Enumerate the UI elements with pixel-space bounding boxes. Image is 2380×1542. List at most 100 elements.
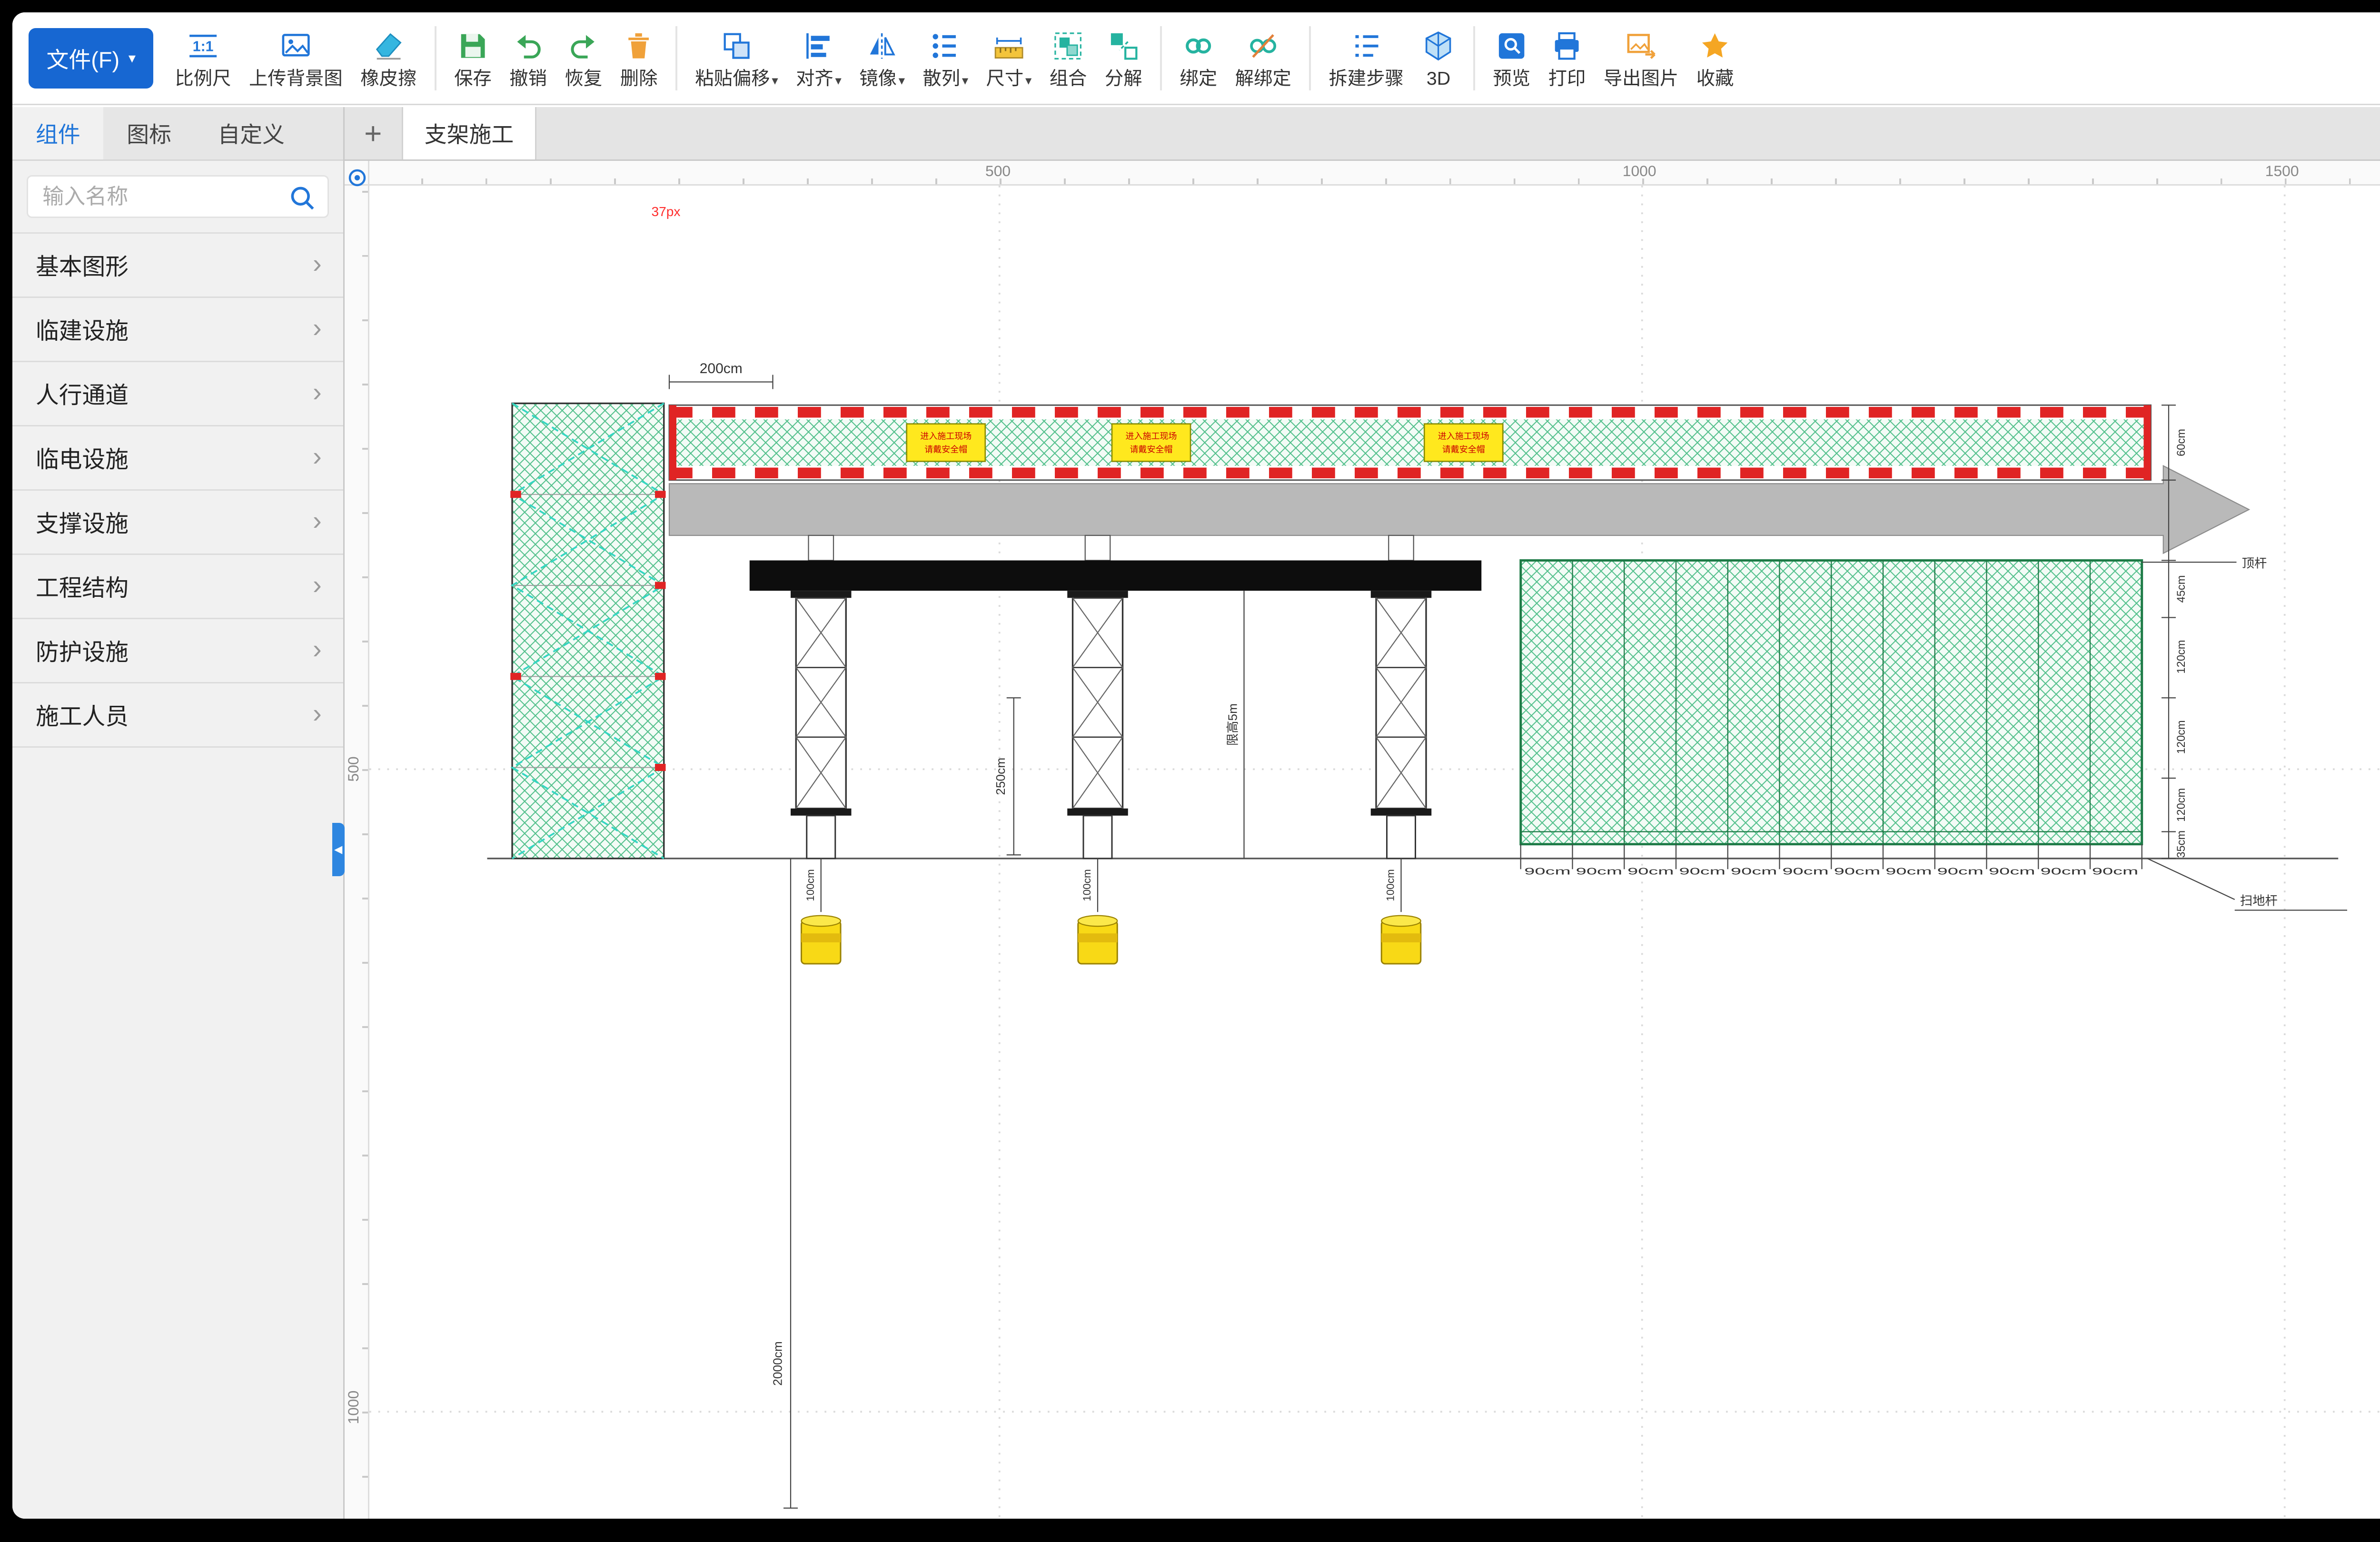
- toolbar-button-align[interactable]: 对齐: [787, 15, 850, 101]
- array-icon: [929, 28, 962, 64]
- ruler-mark: 500: [345, 757, 370, 782]
- toolbar-separator: [675, 26, 677, 90]
- screen: 文件(F) 1:1 比例尺 上传背景图 橡皮擦 保存 撤销 恢复 删除: [0, 0, 2380, 1542]
- sidebar-tab-components[interactable]: 组件: [12, 107, 103, 159]
- ruler-mark: 500: [985, 162, 1011, 180]
- canvas-area: + 支架施工 » 500 1000 1500 500 1000: [345, 107, 2380, 1519]
- align-icon: [802, 28, 835, 64]
- category-construction-workers[interactable]: 施工人员: [12, 683, 343, 748]
- save-icon: [456, 28, 490, 64]
- svg-text:200cm: 200cm: [700, 361, 743, 376]
- toolbar-button-print[interactable]: 打印: [1539, 15, 1595, 101]
- overflow-label: 37px: [652, 204, 681, 219]
- svg-text:45cm: 45cm: [2175, 575, 2188, 603]
- toolbar-button-export-image[interactable]: 导出图片: [1595, 15, 1687, 101]
- svg-text:90cm 90cm 90cm 90cm 90cm 90cm: 90cm 90cm 90cm 90cm 90cm 90cm 90cm 90cm …: [1525, 867, 2139, 877]
- toolbar-button-steps[interactable]: 拆建步骤: [1320, 15, 1413, 101]
- category-support-facilities[interactable]: 支撑设施: [12, 491, 343, 555]
- component-sidebar: 组件 图标 自定义 基本图形 临建设施 人行通道 临电设施 支撑设施 工程结构 …: [12, 107, 345, 1519]
- sidebar-tab-custom[interactable]: 自定义: [195, 107, 308, 159]
- unlink-icon: [1246, 28, 1280, 64]
- svg-text:250cm: 250cm: [993, 758, 1008, 795]
- toolbar-button-favorite[interactable]: 收藏: [1687, 15, 1743, 101]
- sidebar-collapse-handle[interactable]: [332, 823, 345, 877]
- warning-sign[interactable]: 进入施工现场 请戴安全帽: [1112, 424, 1190, 462]
- construction-drawing[interactable]: 37px: [369, 186, 2380, 1519]
- undo-icon: [511, 28, 545, 64]
- ruler-mark: 1500: [2265, 162, 2299, 180]
- warning-sign[interactable]: 进入施工现场 请戴安全帽: [907, 424, 985, 462]
- cap-beam[interactable]: [750, 561, 1482, 591]
- main-area: 组件 图标 自定义 基本图形 临建设施 人行通道 临电设施 支撑设施 工程结构 …: [12, 107, 2380, 1519]
- cube-3d-icon: [1421, 28, 1455, 64]
- toolbar-button-3d[interactable]: 3D: [1413, 15, 1465, 101]
- sidebar-tabs: 组件 图标 自定义: [12, 107, 343, 161]
- warning-sign[interactable]: 进入施工现场 请戴安全帽: [1425, 424, 1503, 462]
- ruler-mark: 1000: [1623, 162, 1656, 180]
- toolbar-button-upload-background[interactable]: 上传背景图: [240, 15, 351, 101]
- svg-text:限高5m: 限高5m: [1226, 703, 1240, 746]
- svg-text:扫地杆: 扫地杆: [2240, 893, 2278, 908]
- toolbar-button-array[interactable]: 散列: [914, 15, 977, 101]
- support-tower[interactable]: [791, 591, 1431, 859]
- toolbar-separator: [1160, 26, 1162, 90]
- drawing-canvas[interactable]: 37px: [369, 186, 2380, 1519]
- toolbar-separator: [1309, 26, 1311, 90]
- toolbar-button-save[interactable]: 保存: [445, 15, 500, 101]
- dimension-icon: [992, 28, 1026, 64]
- right-scaffold[interactable]: [1521, 561, 2142, 859]
- svg-text:2000cm: 2000cm: [771, 1341, 785, 1385]
- left-scaffold[interactable]: [511, 404, 666, 859]
- origin-target-icon[interactable]: [347, 162, 368, 184]
- toolbar-button-scale[interactable]: 1:1 比例尺: [166, 15, 240, 101]
- category-basic-shapes[interactable]: 基本图形: [12, 234, 343, 298]
- component-category-list: 基本图形 临建设施 人行通道 临电设施 支撑设施 工程结构 防护设施 施工人员: [12, 232, 343, 748]
- component-search: [27, 175, 329, 218]
- horizontal-ruler: 500 1000 1500: [369, 161, 2380, 186]
- search-input[interactable]: [28, 177, 327, 217]
- toolbar-button-dimension[interactable]: 尺寸: [977, 15, 1041, 101]
- category-protective-facilities[interactable]: 防护设施: [12, 619, 343, 683]
- new-tab-button[interactable]: +: [345, 107, 402, 159]
- toolbar-separator: [1473, 26, 1475, 90]
- svg-text:请戴安全帽: 请戴安全帽: [1130, 445, 1173, 455]
- svg-text:进入施工现场: 进入施工现场: [1126, 432, 1177, 441]
- svg-text:120cm: 120cm: [2175, 640, 2188, 674]
- svg-text:120cm: 120cm: [2175, 788, 2188, 822]
- paste-offset-icon: [720, 28, 754, 64]
- sidebar-tab-icons[interactable]: 图标: [103, 107, 194, 159]
- search-icon[interactable]: [288, 184, 317, 212]
- file-menu-button[interactable]: 文件(F): [29, 28, 153, 89]
- document-tab[interactable]: 支架施工: [402, 107, 536, 159]
- upload-background-icon: [279, 28, 313, 64]
- category-pedestrian-passage[interactable]: 人行通道: [12, 362, 343, 426]
- svg-text:60cm: 60cm: [2175, 429, 2188, 456]
- toolbar-button-redo[interactable]: 恢复: [556, 15, 611, 101]
- svg-text:35cm: 35cm: [2175, 830, 2188, 858]
- category-temporary-power[interactable]: 临电设施: [12, 426, 343, 491]
- toolbar-button-unbind[interactable]: 解绑定: [1226, 15, 1300, 101]
- printer-icon: [1550, 28, 1584, 64]
- toolbar-button-undo[interactable]: 撤销: [501, 15, 556, 101]
- document-tab-bar: + 支架施工 »: [345, 107, 2380, 161]
- toolbar-button-delete[interactable]: 删除: [611, 15, 666, 101]
- svg-text:进入施工现场: 进入施工现场: [921, 432, 972, 441]
- warning-drum[interactable]: [802, 916, 1421, 964]
- grid-guides: [369, 186, 2380, 1519]
- toolbar-button-paste-offset[interactable]: 粘贴偏移: [686, 15, 787, 101]
- link-icon: [1181, 28, 1215, 64]
- toolbar-button-group[interactable]: 组合: [1041, 15, 1096, 101]
- preview-magnifier-icon: [1495, 28, 1528, 64]
- toolbar-button-eraser[interactable]: 橡皮擦: [352, 15, 426, 101]
- toolbar-button-preview[interactable]: 预览: [1484, 15, 1539, 101]
- toolbar-button-ungroup[interactable]: 分解: [1096, 15, 1151, 101]
- category-temporary-facilities[interactable]: 临建设施: [12, 298, 343, 362]
- toolbar-button-bind[interactable]: 绑定: [1171, 15, 1226, 101]
- svg-text:进入施工现场: 进入施工现场: [1438, 432, 1489, 441]
- top-safety-barrier[interactable]: [669, 405, 2151, 480]
- export-image-icon: [1624, 28, 1658, 64]
- scale-ruler-icon: 1:1: [186, 28, 220, 64]
- category-engineering-structure[interactable]: 工程结构: [12, 555, 343, 619]
- trash-icon: [622, 28, 655, 64]
- toolbar-button-mirror[interactable]: 镜像: [850, 15, 913, 101]
